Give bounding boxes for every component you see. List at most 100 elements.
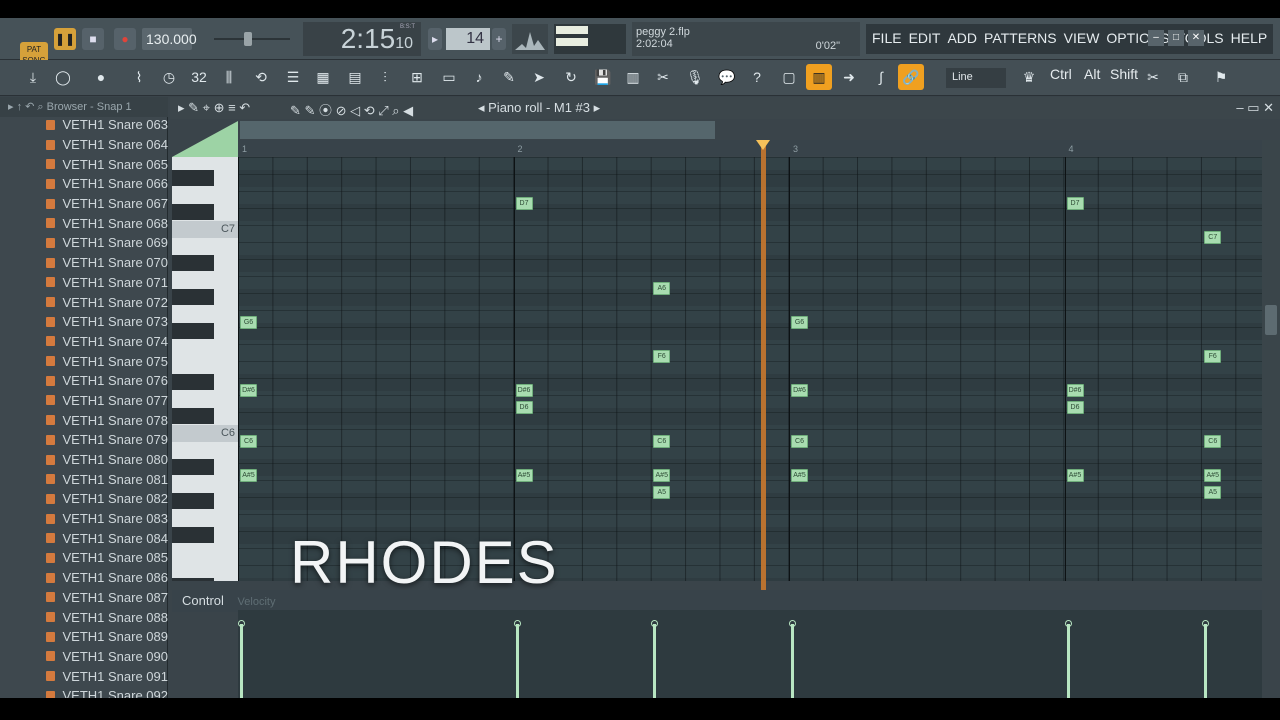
comment-icon[interactable]: 💬 <box>714 64 740 90</box>
browser-item[interactable]: VETH1 Snare 063 <box>0 115 168 135</box>
note[interactable]: A5 <box>1204 486 1222 499</box>
velocity-handle[interactable] <box>789 620 796 628</box>
velocity-bar[interactable] <box>240 624 243 698</box>
piano-icon[interactable]: ⫼ <box>216 64 242 90</box>
piano-roll-tools-icon[interactable]: ▸ ✎ ⌖ ⊕ ≡ ↶ <box>178 100 250 116</box>
snap-keyboard-icon[interactable]: ▥ <box>806 64 832 90</box>
minimize-icon[interactable]: – <box>1148 30 1164 46</box>
pattern-selector[interactable]: 14 <box>446 28 490 50</box>
menu-help[interactable]: HELP <box>1231 30 1268 48</box>
knob-icon[interactable]: ◯ <box>50 64 76 90</box>
note[interactable]: C6 <box>240 435 257 448</box>
browser-item[interactable]: VETH1 Snare 069 <box>0 233 168 253</box>
browser-item[interactable]: VETH1 Snare 067 <box>0 194 168 214</box>
render-icon[interactable]: ▥ <box>620 64 646 90</box>
master-pitch-slider[interactable] <box>214 32 290 46</box>
velocity-bar[interactable] <box>1066 624 1070 698</box>
note[interactable]: C7 <box>1204 231 1222 244</box>
browser-item[interactable]: VETH1 Snare 070 <box>0 253 168 273</box>
time-ruler[interactable]: 1 2 3 4 <box>238 140 1262 156</box>
black-key[interactable] <box>172 408 214 424</box>
black-key[interactable] <box>172 323 214 339</box>
browser-icon[interactable]: ⊞ <box>404 64 430 90</box>
browser-item[interactable]: VETH1 Snare 084 <box>0 528 168 548</box>
hat-icon[interactable]: ♛ <box>1016 64 1042 90</box>
velocity-handle[interactable] <box>1202 620 1210 628</box>
black-key[interactable] <box>172 204 214 220</box>
paint-icon[interactable]: ✎ <box>496 64 522 90</box>
save-icon[interactable]: 💾 <box>590 64 616 90</box>
step-edit-icon[interactable]: 32 <box>186 64 212 90</box>
playhead-marker-icon[interactable] <box>756 140 771 150</box>
black-key[interactable] <box>172 289 214 305</box>
browser-item[interactable]: VETH1 Snare 088 <box>0 607 168 627</box>
add-pattern-button[interactable]: + <box>492 28 506 50</box>
alt-key[interactable]: Alt <box>1084 66 1100 82</box>
browser-item[interactable]: VETH1 Snare 068 <box>0 213 168 233</box>
menu-view[interactable]: VIEW <box>1064 30 1100 48</box>
browser-nav-icon[interactable]: ▸ ↑ ↶ ⌕ <box>8 101 47 113</box>
browser-item[interactable]: VETH1 Snare 071 <box>0 273 168 293</box>
playlist-icon[interactable]: ☰ <box>280 64 306 90</box>
browser-item[interactable]: VETH1 Snare 076 <box>0 371 168 391</box>
record-button[interactable]: ● <box>114 28 136 50</box>
velocity-handle[interactable] <box>513 620 521 628</box>
note[interactable]: D#6 <box>240 384 257 397</box>
cut-icon[interactable]: ✂ <box>650 64 676 90</box>
browser-item[interactable]: VETH1 Snare 082 <box>0 489 168 509</box>
note[interactable]: A6 <box>653 282 671 295</box>
close-icon[interactable]: ✕ <box>1188 30 1204 46</box>
note[interactable]: D7 <box>1066 197 1084 210</box>
link-icon[interactable]: 🔗 <box>898 64 924 90</box>
note[interactable]: F6 <box>653 350 671 363</box>
eq-icon[interactable]: ⫶ <box>372 64 398 90</box>
control-label[interactable]: Control <box>182 593 224 608</box>
browser-item[interactable]: VETH1 Snare 081 <box>0 469 168 489</box>
velocity-bar[interactable] <box>515 624 519 698</box>
browser-item[interactable]: VETH1 Snare 066 <box>0 174 168 194</box>
note[interactable]: D#6 <box>1066 384 1084 397</box>
note[interactable]: A#5 <box>240 469 257 482</box>
pattern-overview[interactable] <box>240 121 715 139</box>
menu-add[interactable]: ADD <box>947 30 977 48</box>
metronome-icon[interactable]: ◷ <box>156 64 182 90</box>
piano-keyboard[interactable]: C7 C6 <box>172 157 238 581</box>
velocity-lane[interactable] <box>238 610 1262 698</box>
edit-mode-select[interactable]: Line <box>946 68 1006 88</box>
black-key[interactable] <box>172 374 214 390</box>
browser-item[interactable]: VETH1 Snare 065 <box>0 154 168 174</box>
pr-window-controls[interactable]: – ▭ ✕ <box>1236 100 1274 116</box>
browser-item[interactable]: VETH1 Snare 073 <box>0 312 168 332</box>
note[interactable]: C6 <box>653 435 671 448</box>
window-icon[interactable]: ▢ <box>776 64 802 90</box>
black-key[interactable] <box>172 255 214 271</box>
refresh-icon[interactable]: ↻ <box>558 64 584 90</box>
browser-item[interactable]: VETH1 Snare 089 <box>0 627 168 647</box>
browser-item[interactable]: VETH1 Snare 074 <box>0 332 168 352</box>
black-key[interactable] <box>172 459 214 475</box>
channel-rack-icon[interactable]: ▦ <box>310 64 336 90</box>
tempo-display[interactable]: 130.000 <box>142 28 197 50</box>
black-key[interactable] <box>172 578 214 581</box>
next-arrow-icon[interactable]: ➜ <box>836 64 862 90</box>
menu-edit[interactable]: EDIT <box>909 30 941 48</box>
black-key[interactable] <box>172 170 214 186</box>
note[interactable]: D#6 <box>515 384 533 397</box>
browser-item[interactable]: VETH1 Snare 087 <box>0 588 168 608</box>
import-icon[interactable]: ⤓ <box>20 64 46 90</box>
maximize-icon[interactable]: □ <box>1168 30 1184 46</box>
control-param[interactable]: Velocity <box>238 596 276 608</box>
browser-item[interactable]: VETH1 Snare 080 <box>0 450 168 470</box>
pattern-prev-icon[interactable]: ▸ <box>428 28 442 50</box>
black-key[interactable] <box>172 527 214 543</box>
note[interactable]: A#5 <box>653 469 671 482</box>
pause-button[interactable]: ❚❚ <box>54 28 76 50</box>
mixer-icon[interactable]: ▤ <box>342 64 368 90</box>
note[interactable]: D6 <box>515 401 533 414</box>
black-key[interactable] <box>172 493 214 509</box>
menu-file[interactable]: FILE <box>872 30 902 48</box>
stop-button[interactable]: ■ <box>82 28 104 50</box>
note-grid[interactable]: D7 D7 C7 A6 G6 G6 F6 F6 D#6 D#6 D#6 D#6 D6 D6 C6 C6 C6 C6… <box>238 157 1262 581</box>
browser-item[interactable]: VETH1 Snare 064 <box>0 135 168 155</box>
note[interactable]: F6 <box>1204 350 1222 363</box>
